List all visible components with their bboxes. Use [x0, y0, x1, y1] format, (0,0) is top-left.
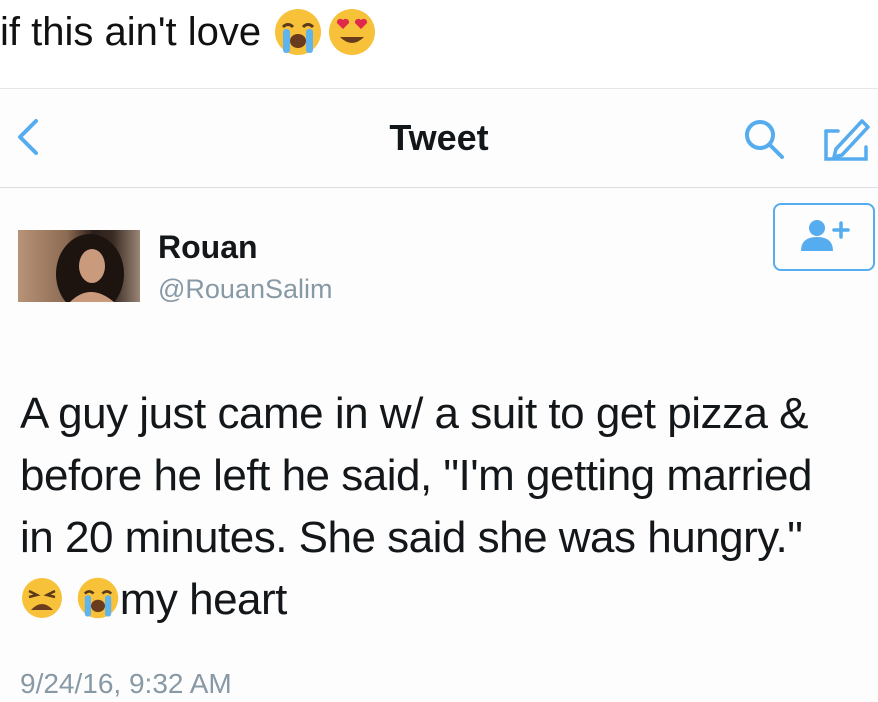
loudly-crying-face-emoji [76, 575, 120, 637]
navigation-bar: Tweet [0, 88, 878, 188]
compose-icon [824, 119, 870, 161]
add-user-icon [801, 220, 850, 251]
tweet-line-last: my heart [20, 569, 870, 637]
weary-face-emoji [20, 575, 64, 637]
heart-eyes-emoji [329, 9, 376, 55]
profile-photo [56, 234, 124, 302]
tweet-timestamp: 9/24/16, 9:32 AM [20, 668, 232, 699]
caption-emojis [273, 7, 377, 57]
tweet-line: in 20 minutes. She said she was hungry." [20, 513, 803, 562]
user-handle[interactable]: @RouanSalim [158, 274, 333, 305]
tweet-line: before he left he said, "I'm getting mar… [20, 451, 813, 500]
tweet-line: A guy just came in w/ a suit to get pizz… [20, 389, 809, 438]
display-name[interactable]: Rouan [158, 229, 258, 266]
tweet-last-text: my heart [119, 575, 288, 624]
caption: if this ain't love [0, 6, 377, 58]
tweet-text: A guy just came in w/ a suit to get pizz… [20, 383, 870, 637]
avatar[interactable] [18, 230, 140, 302]
search-icon [745, 120, 784, 159]
loudly-crying-face-emoji [275, 9, 322, 55]
search-button[interactable] [740, 115, 788, 163]
compose-button[interactable] [818, 111, 874, 167]
tweet-screen: Tweet Rouan @RouanSalim A guy just came … [0, 88, 878, 702]
follow-button[interactable] [773, 203, 875, 271]
caption-text: if this ain't love [0, 9, 262, 54]
